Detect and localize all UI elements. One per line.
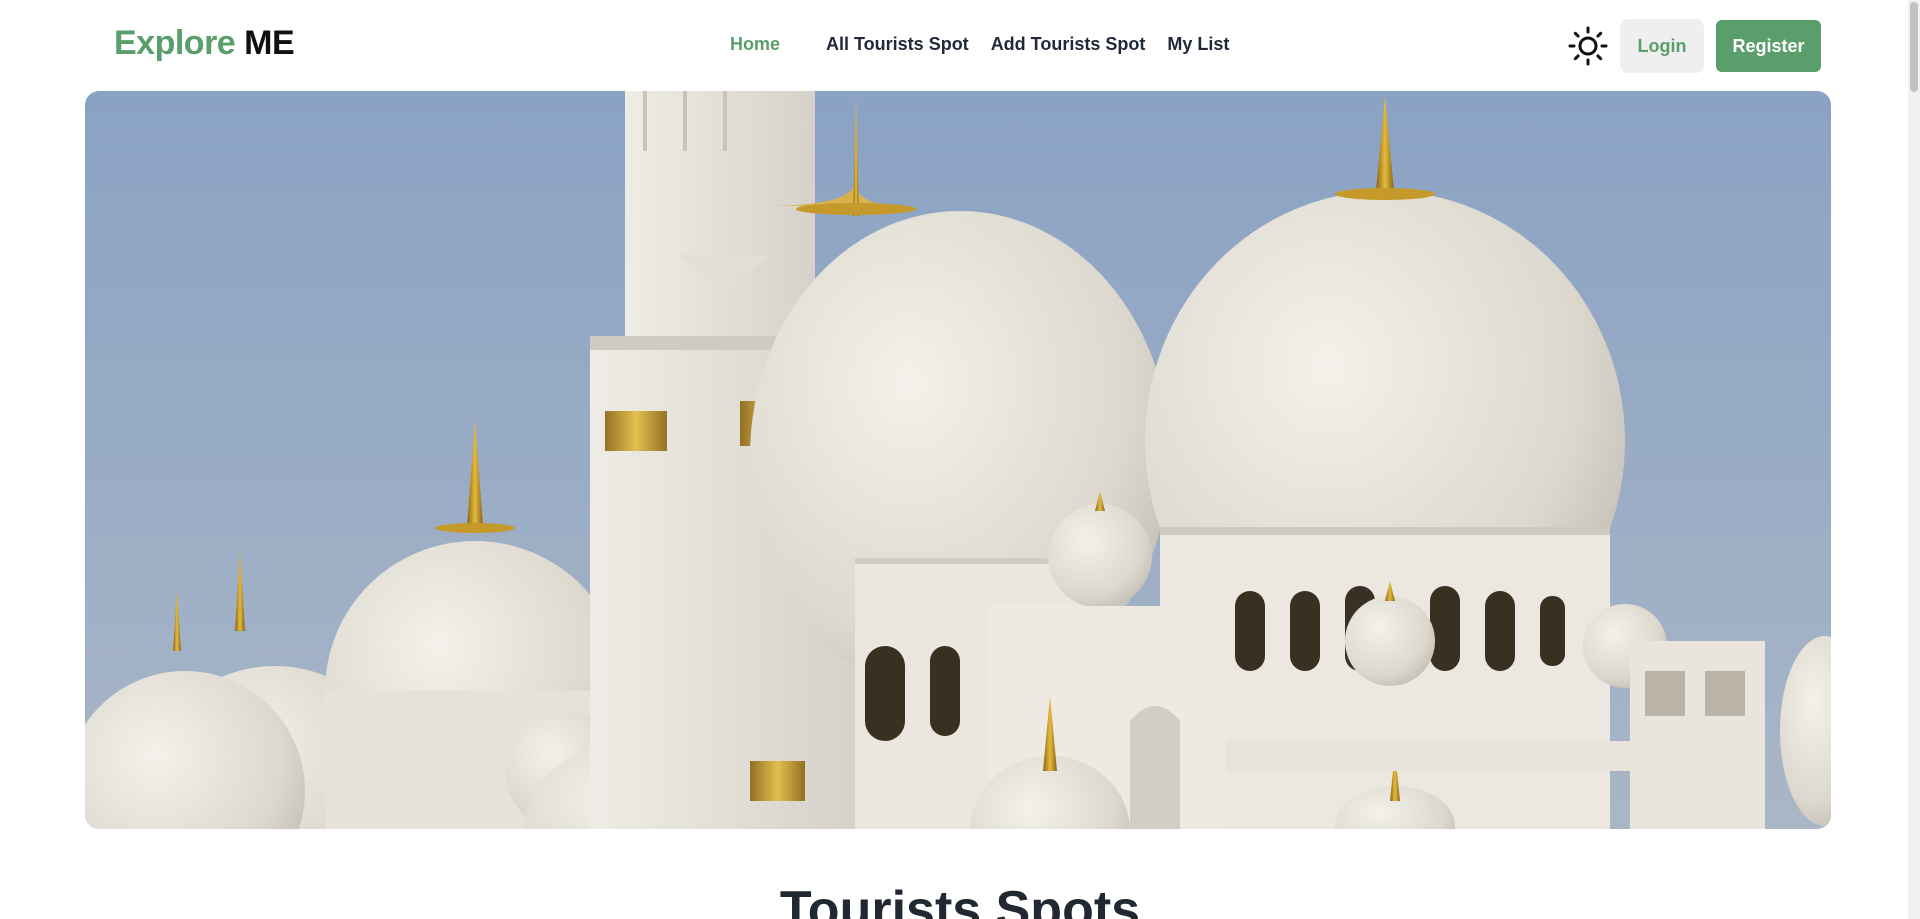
site-logo[interactable]: Explore ME — [114, 24, 295, 63]
nav-add-tourists-spot[interactable]: Add Tourists Spot — [991, 34, 1146, 55]
page-scrollbar[interactable] — [1908, 0, 1920, 919]
login-button[interactable]: Login — [1620, 19, 1704, 73]
nav-home[interactable]: Home — [730, 34, 780, 55]
main-nav: Home All Tourists Spot Add Tourists Spot… — [730, 34, 1229, 55]
theme-toggle-button[interactable] — [1568, 26, 1608, 66]
scrollbar-thumb[interactable] — [1910, 2, 1918, 92]
register-button[interactable]: Register — [1716, 20, 1821, 72]
navbar: Explore ME Home All Tourists Spot Add To… — [0, 0, 1920, 90]
nav-my-list[interactable]: My List — [1167, 34, 1229, 55]
sun-icon — [1568, 26, 1608, 66]
nav-all-tourists-spot[interactable]: All Tourists Spot — [826, 34, 969, 55]
logo-part-explore: Explore — [114, 24, 236, 62]
section-title: Tourists Spots — [779, 881, 1141, 919]
hero-carousel[interactable] — [85, 91, 1831, 829]
mosque-slide-image — [85, 91, 1831, 829]
logo-part-me: ME — [244, 24, 295, 62]
